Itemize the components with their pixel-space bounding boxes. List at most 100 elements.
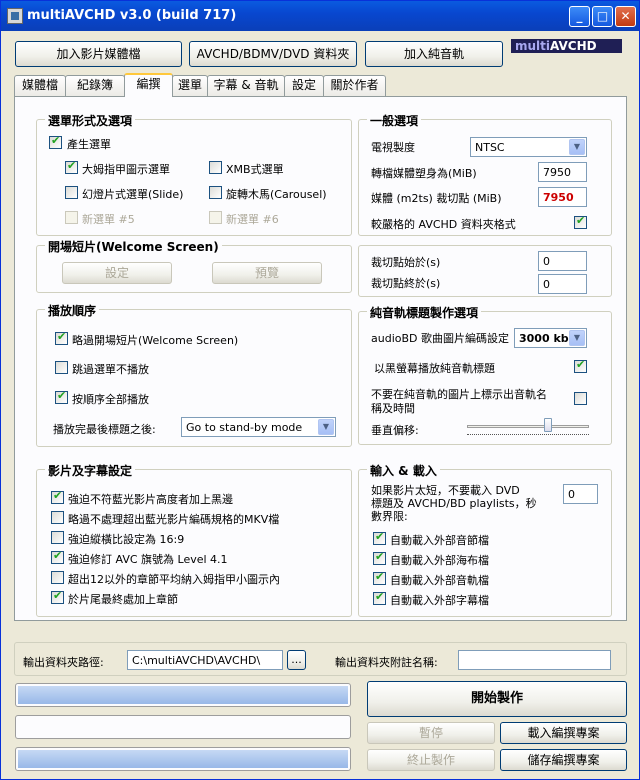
convert-size-input[interactable]: 7950 <box>538 162 587 182</box>
create-menu-checkbox[interactable] <box>49 134 62 149</box>
tab-authoring[interactable]: 編撰 <box>124 73 173 97</box>
pause-button[interactable]: 暫停 <box>367 722 495 744</box>
video-option-label-3: 強迫縱橫比設定為 16:9 <box>68 533 185 546</box>
audio-bitrate-value: 3000 kbp <box>519 332 577 345</box>
new6-checkbox <box>209 211 222 224</box>
auto-audio-checkbox[interactable] <box>373 570 386 585</box>
chevron-down-icon: ▼ <box>569 139 585 155</box>
vertical-offset-label: 垂直偏移: <box>371 424 419 437</box>
after-last-title-label: 播放完最後標題之後: <box>53 423 156 436</box>
video-option-checkbox-3[interactable] <box>51 531 64 544</box>
slide-menu-label: 幻燈片式選單(Slide) <box>82 188 184 201</box>
tab-subtitles-audio[interactable]: 字幕 & 音軌 <box>207 75 285 96</box>
skip-welcome-checkbox[interactable] <box>55 330 68 345</box>
tv-system-label: 電視製度 <box>371 141 415 154</box>
video-option-label-1: 強迫不符藍光影片高度者加上黑邊 <box>68 493 233 506</box>
skip-welcome-label: 略過開場短片(Welcome Screen) <box>72 334 239 347</box>
cut-start-input[interactable]: 0 <box>538 251 587 271</box>
minimize-button[interactable]: _ <box>569 6 590 27</box>
auto-posters-checkbox[interactable] <box>373 550 386 565</box>
video-group-title: 影片及字幕設定 <box>45 462 136 479</box>
output-name-label: 輸出資料夾附註名稱: <box>335 656 438 669</box>
black-screen-label: 以黑螢幕播放純音軌標題 <box>374 362 495 375</box>
split-size-input[interactable]: 7950 <box>538 187 587 207</box>
welcome-preview-button[interactable]: 預覽 <box>212 262 322 284</box>
carousel-menu-label: 旋轉木馬(Carousel) <box>226 188 327 201</box>
skip-short-label-line3: 數界限: <box>371 510 408 523</box>
video-option-label-5: 超出12以外的章節平均納入姆指甲小圖示內 <box>68 573 280 586</box>
menu-group: 選單形式及選項 產生選單 大姆指甲圖示選單 XMB式選單 幻燈片式選單(Slid… <box>36 112 352 236</box>
thumb-menu-checkbox[interactable] <box>65 159 78 174</box>
audio-bitrate-label: audioBD 歌曲圖片編碼設定 <box>371 332 509 345</box>
progress-bar-2 <box>15 715 351 739</box>
title-bar[interactable]: multiAVCHD v3.0 (build 717) _ □ ✕ <box>1 1 639 31</box>
audio-title-group: 純音軌標題製作選項 audioBD 歌曲圖片編碼設定 3000 kbp ▼ 以黑螢… <box>358 304 612 445</box>
thumb-menu-label: 大姆指甲圖示選單 <box>82 163 170 176</box>
new6-label: 新選單 #6 <box>226 213 279 226</box>
video-option-checkbox-2[interactable] <box>51 511 64 524</box>
playback-group: 播放順序 略過開場短片(Welcome Screen) 跳過選單不播放 按順序全… <box>36 302 352 447</box>
xmb-menu-label: XMB式選單 <box>226 163 284 176</box>
add-audio-button[interactable]: 加入純音軌 <box>365 41 503 67</box>
window-title: multiAVCHD v3.0 (build 717) <box>27 8 237 23</box>
add-media-button[interactable]: 加入影片媒體檔 <box>15 41 182 67</box>
tab-about[interactable]: 關於作者 <box>323 75 386 96</box>
video-option-label-6: 於片尾最終處加上章節 <box>68 593 178 606</box>
video-option-checkbox-4[interactable] <box>51 549 64 564</box>
tab-log[interactable]: 紀錄簿 <box>65 75 125 96</box>
progress-fill-1 <box>18 686 348 704</box>
output-row: 輸出資料夾路徑: C:\multiAVCHD\AVCHD\ ... 輸出資料夾附… <box>14 642 627 676</box>
tab-settings[interactable]: 設定 <box>284 75 324 96</box>
no-name-label-line2: 稱及時間 <box>371 402 415 415</box>
app-window: multiAVCHD v3.0 (build 717) _ □ ✕ 加入影片媒體… <box>0 0 640 780</box>
welcome-group-title: 開場短片(Welcome Screen) <box>45 238 222 255</box>
welcome-setup-button[interactable]: 設定 <box>62 262 172 284</box>
maximize-button[interactable]: □ <box>592 6 613 27</box>
vertical-offset-slider[interactable] <box>544 418 552 432</box>
import-group: 輸入 & 載入 如果影片太短，不要載入 DVD 標題及 AVCHD/BD pla… <box>358 462 612 617</box>
skip-menu-checkbox[interactable] <box>55 361 68 374</box>
after-last-title-select[interactable]: Go to stand-by mode ▼ <box>181 417 336 437</box>
progress-fill-3 <box>18 750 348 768</box>
browse-button[interactable]: ... <box>287 650 306 670</box>
close-button[interactable]: ✕ <box>615 6 636 27</box>
tv-system-value: NTSC <box>475 141 505 154</box>
general-options-group: 一般選項 電視製度 NTSC ▼ 轉檔媒體塑身為(MiB) 7950 媒體 (m2… <box>358 112 612 236</box>
output-path-label: 輸出資料夾路徑: <box>23 656 104 669</box>
cut-end-input[interactable]: 0 <box>538 274 587 294</box>
black-screen-checkbox[interactable] <box>574 358 587 373</box>
load-project-button[interactable]: 載入編撰專案 <box>500 722 627 744</box>
after-last-title-value: Go to stand-by mode <box>186 421 303 434</box>
start-button[interactable]: 開始製作 <box>367 681 627 717</box>
logo-part2: AVCHD <box>550 39 597 53</box>
video-option-checkbox-6[interactable] <box>51 589 64 604</box>
video-option-label-2: 略過不處理超出藍光影片編碼規格的MKV檔 <box>68 513 280 526</box>
carousel-menu-checkbox[interactable] <box>209 186 222 199</box>
auto-subs-label: 自動載入外部字幕檔 <box>390 594 489 607</box>
video-option-checkbox-5[interactable] <box>51 571 64 584</box>
save-project-button[interactable]: 儲存編撰專案 <box>500 749 627 771</box>
xmb-menu-checkbox[interactable] <box>209 161 222 174</box>
auto-subs-checkbox[interactable] <box>373 590 386 605</box>
audio-group-title: 純音軌標題製作選項 <box>367 304 482 321</box>
tab-menu[interactable]: 選單 <box>172 75 208 96</box>
no-name-checkbox[interactable] <box>574 392 587 405</box>
output-path-input[interactable]: C:\multiAVCHD\AVCHD\ <box>127 650 283 670</box>
auto-chapters-checkbox[interactable] <box>373 530 386 545</box>
audio-bitrate-select[interactable]: 3000 kbp ▼ <box>514 328 587 348</box>
cut-start-label: 裁切點始於(s) <box>371 256 441 269</box>
tv-system-select[interactable]: NTSC ▼ <box>470 137 587 157</box>
create-menu-label: 產生選單 <box>67 138 111 151</box>
strict-avchd-checkbox[interactable] <box>574 214 587 229</box>
add-folder-button[interactable]: AVCHD/BDMV/DVD 資料夾 <box>189 41 357 67</box>
output-name-input[interactable] <box>458 650 611 670</box>
stop-button[interactable]: 終止製作 <box>367 749 495 771</box>
play-all-checkbox[interactable] <box>55 389 68 404</box>
video-option-label-4: 強迫修訂 AVC 旗號為 Level 4.1 <box>68 553 228 566</box>
skip-short-input[interactable]: 0 <box>563 484 598 504</box>
slide-menu-checkbox[interactable] <box>65 186 78 199</box>
video-option-checkbox-1[interactable] <box>51 489 64 504</box>
cut-points-group: 裁切點始於(s) 0 裁切點終於(s) 0 <box>358 245 612 297</box>
tab-media[interactable]: 媒體檔 <box>14 75 66 96</box>
welcome-group: 開場短片(Welcome Screen) 設定 預覽 <box>36 238 352 293</box>
